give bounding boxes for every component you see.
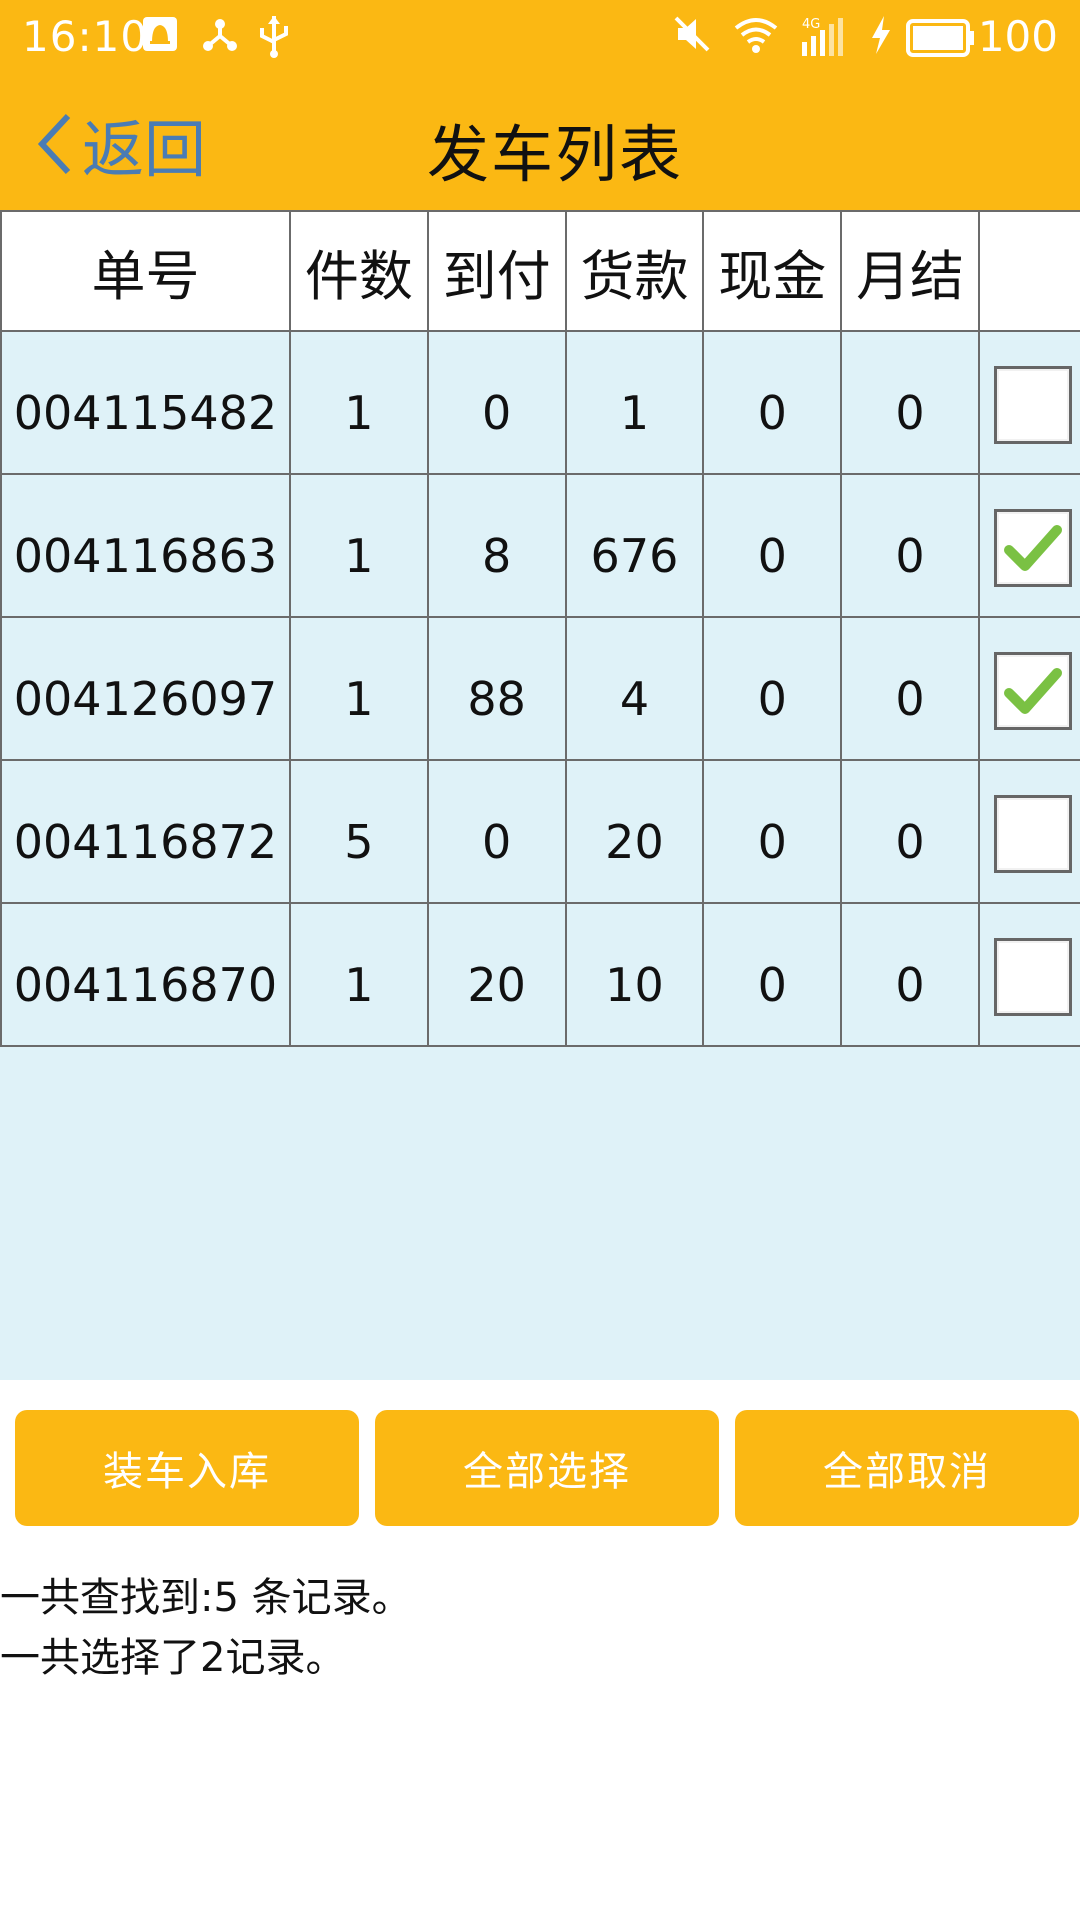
cell-goods: 676 <box>564 473 705 618</box>
column-header-cod: 到付 <box>426 210 567 332</box>
row-checkbox[interactable] <box>993 365 1072 444</box>
table-row[interactable]: 004116872 5 0 20 0 0 <box>0 759 1080 904</box>
share-icon <box>200 14 240 64</box>
select-all-button[interactable]: 全部选择 <box>375 1410 719 1526</box>
signal-4g-icon: 4G <box>798 14 856 68</box>
cell-monthly: 0 <box>840 902 980 1047</box>
load-into-warehouse-button[interactable]: 装车入库 <box>15 1410 359 1526</box>
select-cell <box>977 330 1080 475</box>
cell-cod: 8 <box>426 473 567 618</box>
cell-cash: 0 <box>702 902 843 1047</box>
cell-monthly: 0 <box>840 330 980 475</box>
cell-cod: 20 <box>426 902 567 1047</box>
column-header-monthly: 月结 <box>840 210 980 332</box>
cell-pieces: 5 <box>288 759 429 904</box>
selected-count-text: 一共选择了2记录。 <box>0 1635 346 1681</box>
cell-pieces: 1 <box>288 473 429 618</box>
cell-pieces: 1 <box>288 902 429 1047</box>
cell-goods: 4 <box>564 616 705 761</box>
usb-icon <box>256 14 292 68</box>
cell-order: 004116863 <box>0 473 291 618</box>
row-checkbox[interactable] <box>993 794 1072 873</box>
battery-percent: 100 <box>977 12 1058 61</box>
column-header-pieces: 件数 <box>288 210 429 332</box>
notification-icon <box>140 14 180 64</box>
mute-icon <box>672 14 712 64</box>
cell-cod: 0 <box>426 330 567 475</box>
select-cell <box>977 902 1080 1047</box>
cell-cod: 88 <box>426 616 567 761</box>
row-checkbox[interactable] <box>993 937 1072 1016</box>
cell-goods: 10 <box>564 902 705 1047</box>
table-row[interactable]: 004115482 1 0 1 0 0 <box>0 330 1080 475</box>
cell-monthly: 0 <box>840 473 980 618</box>
cell-order: 004116870 <box>0 902 291 1047</box>
table-row[interactable]: 004116863 1 8 676 0 0 <box>0 473 1080 618</box>
svg-text:4G: 4G <box>802 17 820 32</box>
battery-icon <box>906 18 976 67</box>
page-title: 发车列表 <box>426 118 683 191</box>
column-header-select <box>977 210 1080 332</box>
cell-cash: 0 <box>702 616 843 761</box>
cell-cash: 0 <box>702 759 843 904</box>
cell-cod: 0 <box>426 759 567 904</box>
cell-pieces: 1 <box>288 330 429 475</box>
column-header-goods: 货款 <box>564 210 705 332</box>
app-header: 返回 发车列表 <box>0 74 1080 210</box>
column-header-order: 单号 <box>0 210 291 332</box>
charging-icon <box>868 14 894 66</box>
select-cell <box>977 616 1080 761</box>
cell-order: 004116872 <box>0 759 291 904</box>
cell-order: 004126097 <box>0 616 291 761</box>
wifi-icon <box>732 14 780 64</box>
row-checkbox[interactable] <box>993 651 1072 730</box>
cell-goods: 1 <box>564 330 705 475</box>
cell-monthly: 0 <box>840 759 980 904</box>
cell-cash: 0 <box>702 473 843 618</box>
cancel-all-button[interactable]: 全部取消 <box>735 1410 1079 1526</box>
select-cell <box>977 759 1080 904</box>
cell-goods: 20 <box>564 759 705 904</box>
cell-pieces: 1 <box>288 616 429 761</box>
checkmark-icon <box>1003 667 1062 714</box>
status-bar: 16:10 4G 100 <box>0 0 1080 74</box>
status-time: 16:10 <box>22 12 149 61</box>
select-cell <box>977 473 1080 618</box>
column-header-cash: 现金 <box>702 210 843 332</box>
order-table: 单号 件数 到付 货款 现金 月结 004115482 1 0 1 0 0 00411686… <box>0 210 1080 1047</box>
cell-order: 004115482 <box>0 330 291 475</box>
row-checkbox[interactable] <box>993 508 1072 587</box>
order-table-area: 单号 件数 到付 货款 现金 月结 004115482 1 0 1 0 0 00411686… <box>0 210 1080 1380</box>
found-count-text: 一共查找到:5 条记录。 <box>0 1575 412 1621</box>
table-row[interactable]: 004116870 1 20 10 0 0 <box>0 902 1080 1047</box>
cell-cash: 0 <box>702 330 843 475</box>
table-row[interactable]: 004126097 1 88 4 0 0 <box>0 616 1080 761</box>
table-header-row: 单号 件数 到付 货款 现金 月结 <box>0 210 1080 332</box>
cell-monthly: 0 <box>840 616 980 761</box>
checkmark-icon <box>1003 524 1062 571</box>
